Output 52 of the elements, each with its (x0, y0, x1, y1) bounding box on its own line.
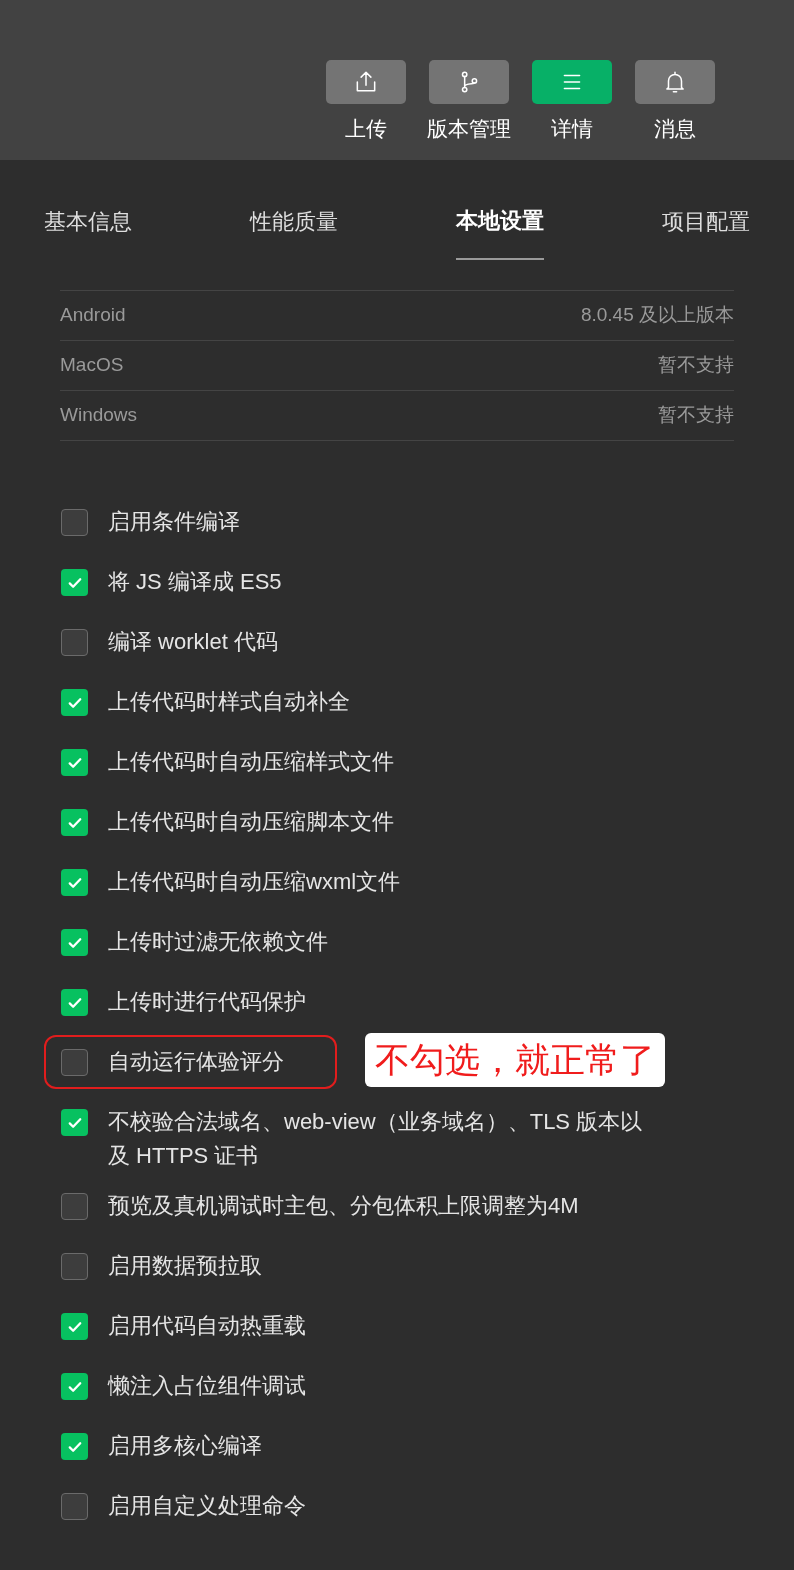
option-label: 上传时进行代码保护 (108, 988, 306, 1016)
option-label: 自动运行体验评分 (108, 1048, 284, 1076)
toolbar-label: 上传 (345, 116, 387, 142)
option-label: 编译 worklet 代码 (108, 628, 278, 656)
checkbox[interactable] (61, 1049, 88, 1076)
option-label: 将 JS 编译成 ES5 (108, 568, 282, 596)
checkbox[interactable] (61, 869, 88, 896)
checkbox[interactable] (61, 749, 88, 776)
version-value: 暂不支持 (658, 353, 734, 378)
option-label: 上传代码时自动压缩脚本文件 (108, 808, 394, 836)
version-value: 8.0.45 及以上版本 (580, 303, 734, 328)
checkbox[interactable] (61, 1373, 88, 1400)
toolbar-label: 消息 (654, 116, 696, 142)
version-value: 暂不支持 (658, 403, 734, 428)
checkbox[interactable] (61, 1253, 88, 1280)
callout-note: 不勾选，就正常了 (365, 1033, 665, 1087)
toolbar-button[interactable] (326, 60, 406, 104)
option-label: 不校验合法域名、web-view（业务域名）、TLS 版本以及 HTTPS 证书 (108, 1108, 644, 1170)
option-label: 启用自定义处理命令 (108, 1492, 306, 1520)
checkbox[interactable] (61, 509, 88, 536)
tab[interactable]: 本地设置 (456, 204, 544, 260)
tab[interactable]: 项目配置 (662, 204, 750, 260)
option-label: 懒注入占位组件调试 (108, 1372, 306, 1400)
platform-name: Windows (60, 403, 138, 428)
checkbox[interactable] (61, 629, 88, 656)
toolbar-button[interactable] (429, 60, 509, 104)
option-label: 启用多核心编译 (108, 1432, 262, 1460)
checkbox[interactable] (61, 1313, 88, 1340)
checkbox[interactable] (61, 989, 88, 1016)
checkbox[interactable] (61, 1433, 88, 1460)
tab[interactable]: 性能质量 (250, 204, 338, 260)
option-label: 上传代码时样式自动补全 (108, 688, 350, 716)
checkbox[interactable] (61, 1109, 88, 1136)
checkbox[interactable] (61, 1193, 88, 1220)
option-label: 启用代码自动热重载 (108, 1312, 306, 1340)
option-label: 启用条件编译 (108, 508, 240, 536)
checkbox[interactable] (61, 689, 88, 716)
checkbox[interactable] (61, 569, 88, 596)
option-label: 预览及真机调试时主包、分包体积上限调整为4M (108, 1192, 579, 1220)
toolbar-button[interactable] (635, 60, 715, 104)
option-label: 启用数据预拉取 (108, 1252, 262, 1280)
option-label: 上传时过滤无依赖文件 (108, 928, 328, 956)
platform-name: Android (60, 303, 126, 328)
checkbox[interactable] (61, 809, 88, 836)
toolbar-label: 版本管理 (427, 116, 511, 142)
option-label: 上传代码时自动压缩wxml文件 (108, 868, 401, 896)
checkbox[interactable] (61, 929, 88, 956)
platform-name: MacOS (60, 353, 124, 378)
checkbox[interactable] (61, 1493, 88, 1520)
tab[interactable]: 基本信息 (44, 204, 132, 260)
option-label: 上传代码时自动压缩样式文件 (108, 748, 394, 776)
toolbar-label: 详情 (551, 116, 593, 142)
